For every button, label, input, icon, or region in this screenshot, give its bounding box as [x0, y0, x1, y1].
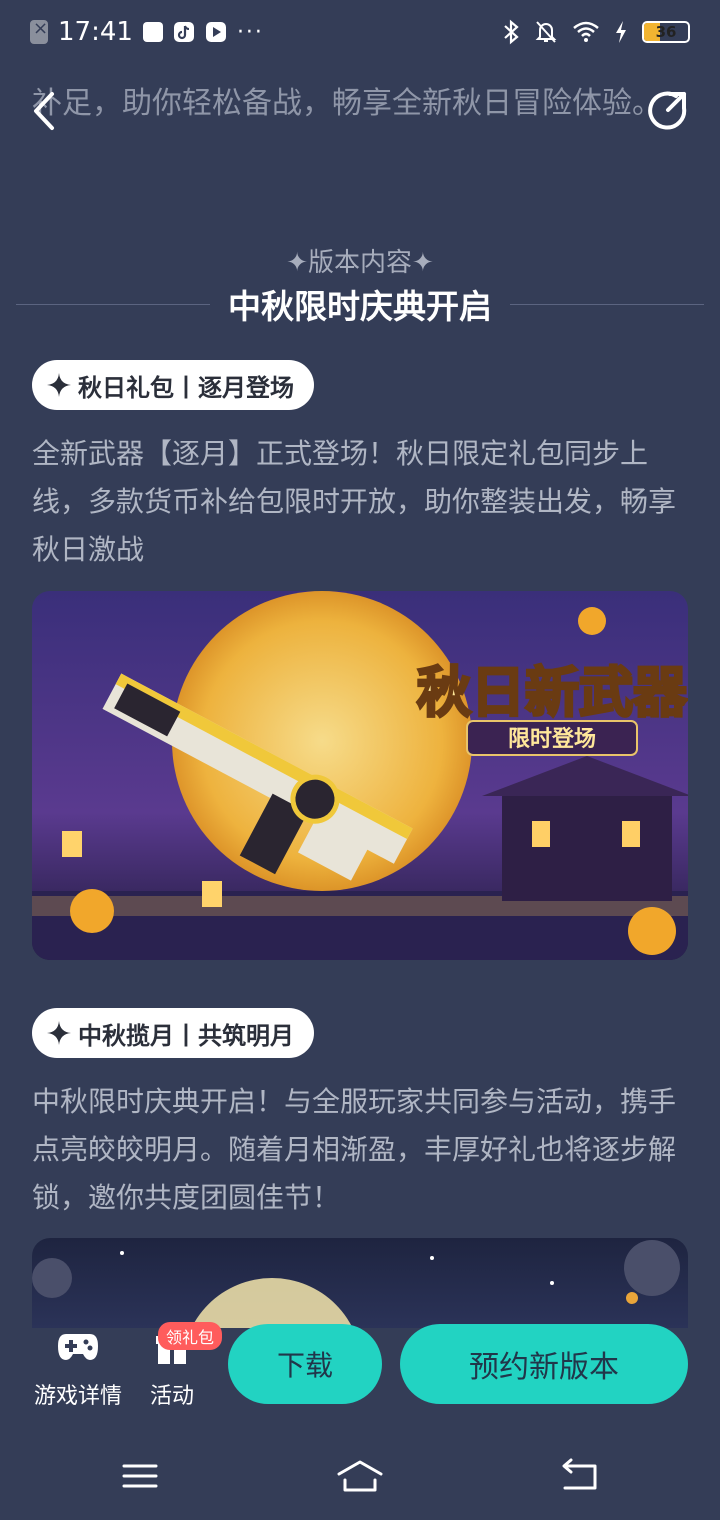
block-text-mid-autumn-moon: 中秋限时庆典开启！与全服玩家共同参与活动，携手点亮皎皎明月。随着月相渐盈，丰厚好… — [32, 1085, 677, 1214]
download-button[interactable]: 下载 — [228, 1324, 382, 1404]
sparkle-icon — [47, 373, 71, 397]
section-subtitle: ✦版本内容✦ — [286, 248, 434, 278]
tag-pill-autumn-pack: 秋日礼包丨逐月登场 — [32, 360, 314, 410]
game-detail-button[interactable]: 游戏详情 — [28, 1326, 128, 1410]
activity-button[interactable]: 领礼包 活动 — [140, 1322, 223, 1410]
divider-right — [510, 303, 704, 305]
share-icon[interactable] — [646, 88, 690, 132]
intro-text: 补足，助你轻松备战，畅享全新秋日冒险体验。 — [32, 86, 662, 121]
tag-label: 中秋揽月丨共筑明月 — [78, 1021, 294, 1050]
banner-title: 秋日新武器 — [417, 661, 688, 724]
tag-pill-mid-autumn-moon: 中秋揽月丨共筑明月 — [32, 1008, 314, 1058]
reserve-new-version-button[interactable]: 预约新版本 — [400, 1324, 688, 1404]
play-icon — [205, 22, 226, 42]
status-time: 17:41 — [58, 17, 133, 47]
divider-left — [16, 303, 210, 305]
status-left: 17:41 ··· — [30, 17, 264, 47]
banner-art: 秋日新武器 限时登场 — [32, 591, 688, 960]
tag-label: 秋日礼包丨逐月登场 — [78, 373, 294, 402]
chevron-left-icon[interactable] — [24, 86, 64, 136]
battery-level: 36 — [655, 23, 677, 41]
gamepad-icon — [58, 1334, 98, 1360]
action-bar: 游戏详情 领礼包 活动 下载 预约新版本 — [0, 1318, 720, 1418]
sparkle-icon — [47, 1021, 71, 1045]
home-icon[interactable] — [335, 1456, 385, 1496]
wifi-icon — [573, 21, 599, 42]
game-detail-label: 游戏详情 — [33, 1384, 122, 1409]
square-icon — [142, 22, 163, 42]
bluetooth-icon — [504, 19, 519, 45]
menu-icon[interactable] — [115, 1456, 165, 1496]
back-icon[interactable] — [555, 1456, 605, 1496]
battery-icon: 36 — [642, 21, 690, 43]
section-title-row: 中秋限时庆典开启 — [16, 282, 704, 326]
banner-moon[interactable] — [32, 1238, 688, 1328]
banner-autumn-weapon[interactable]: 秋日新武器 限时登场 — [32, 591, 688, 960]
activity-label: 活动 — [149, 1384, 194, 1409]
status-bar: 17:41 ··· — [0, 0, 720, 64]
tiktok-icon — [173, 22, 194, 42]
gift-badge: 领礼包 — [158, 1322, 223, 1350]
banner-moon-art — [32, 1238, 688, 1328]
banner-subtitle: 限时登场 — [508, 727, 596, 752]
more-dots-icon: ··· — [236, 19, 264, 45]
status-right: 36 — [502, 19, 690, 45]
charging-icon — [616, 21, 626, 43]
mute-bell-icon — [535, 21, 557, 43]
block-text-autumn-pack: 全新武器【逐月】正式登场！秋日限定礼包同步上线，多款货币补给包限时开放，助你整装… — [32, 437, 677, 566]
system-nav-bar — [0, 1436, 720, 1520]
section-title: 中秋限时庆典开启 — [228, 287, 492, 326]
app-x-icon — [30, 18, 48, 44]
